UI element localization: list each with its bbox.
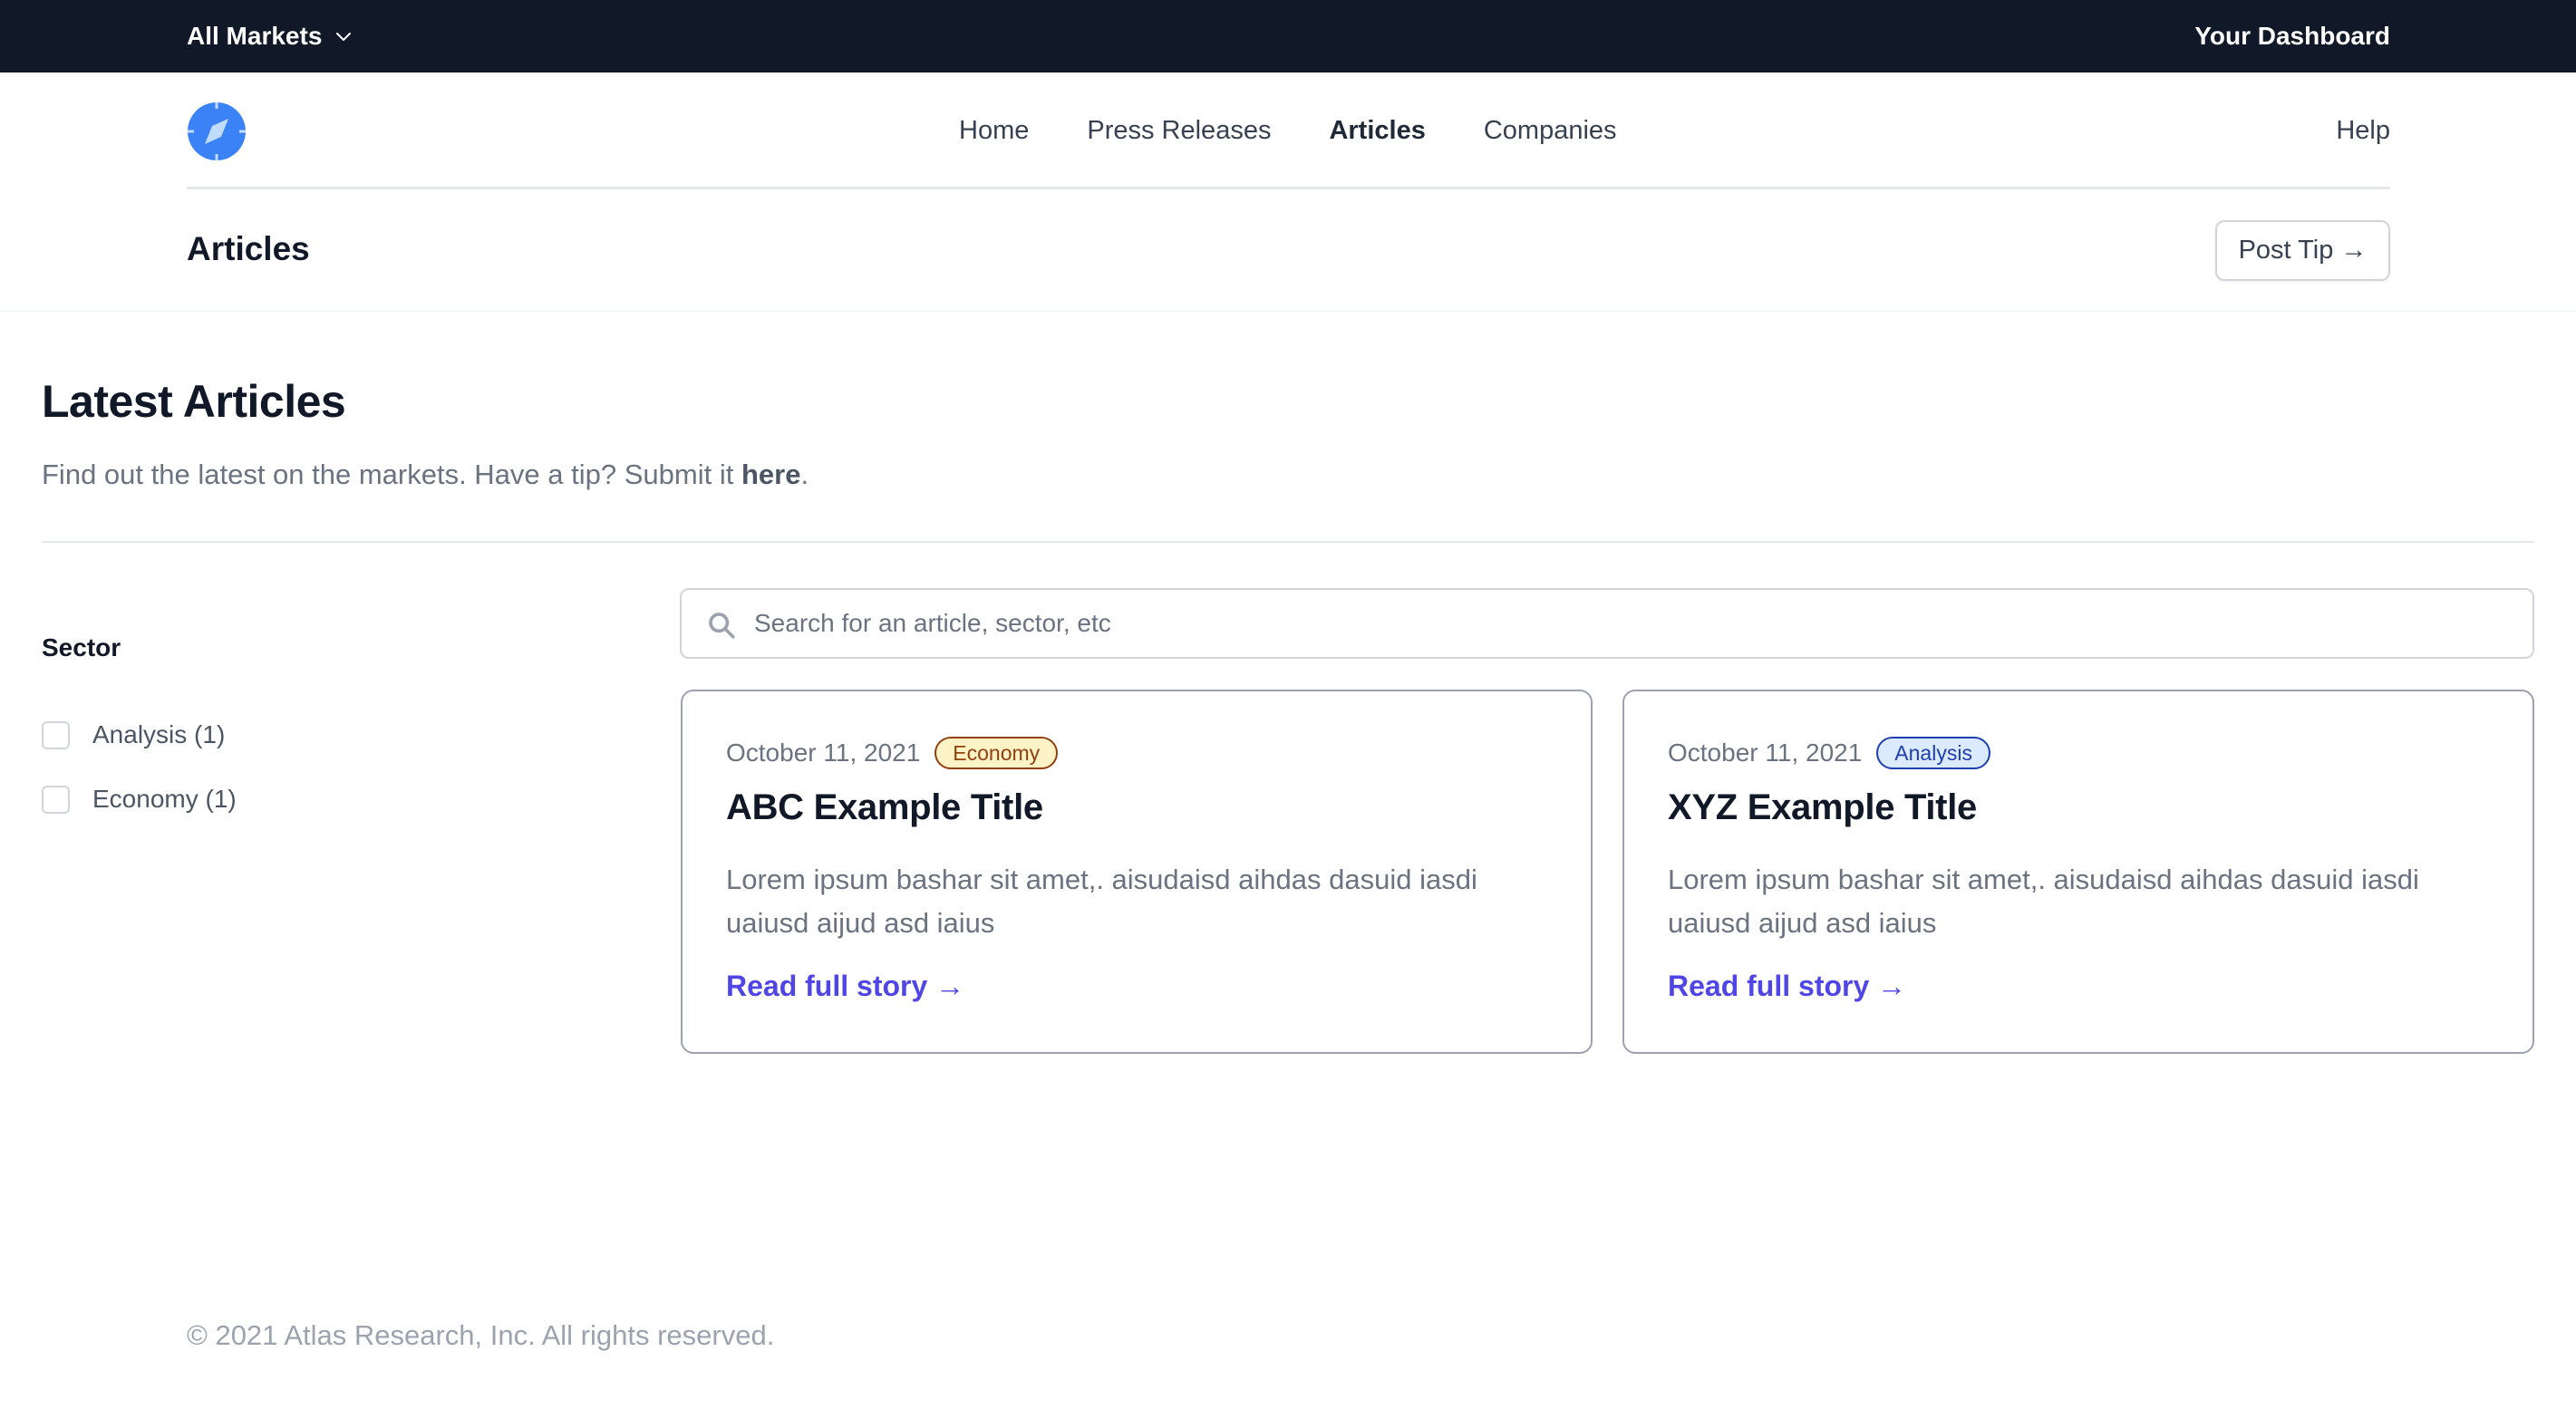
nav-links: Home Press Releases Articles Companies xyxy=(959,72,1617,189)
analysis-checkbox[interactable] xyxy=(42,720,70,749)
post-tip-button[interactable]: Post Tip → xyxy=(2215,220,2390,281)
section-divider xyxy=(42,541,2534,543)
article-title[interactable]: ABC Example Title xyxy=(726,787,1043,828)
nav-link-companies[interactable]: Companies xyxy=(1484,116,1617,146)
search-icon xyxy=(709,613,735,639)
subtitle-text: Find out the latest on the markets. Have… xyxy=(42,459,741,490)
submit-tip-link[interactable]: here xyxy=(741,459,800,490)
your-dashboard-link[interactable]: Your Dashboard xyxy=(2194,0,2390,72)
article-date: October 11, 2021 xyxy=(1668,738,1863,767)
article-description: Lorem ipsum bashar sit amet,. aisudaisd … xyxy=(726,864,1477,939)
market-selector[interactable]: All Markets xyxy=(187,0,354,72)
top-bar: All Markets Your Dashboard xyxy=(0,0,2576,72)
article-card[interactable]: October 11, 2021 Economy ABC Example Tit… xyxy=(681,690,1593,1054)
article-title[interactable]: XYZ Example Title xyxy=(1668,787,1977,828)
page-header: Articles Post Tip → xyxy=(0,192,2576,312)
sector-badge: Economy xyxy=(935,737,1059,769)
filter-option-analysis[interactable]: Analysis (1) xyxy=(42,720,225,749)
article-meta: October 11, 2021 Analysis xyxy=(1668,737,1990,769)
latest-articles-subtitle: Find out the latest on the markets. Have… xyxy=(42,459,809,491)
economy-checkbox[interactable] xyxy=(42,785,70,814)
page-title: Articles xyxy=(187,230,310,267)
compass-logo-icon[interactable] xyxy=(187,101,247,161)
nav-link-press-releases[interactable]: Press Releases xyxy=(1087,116,1271,146)
search-box xyxy=(680,588,2534,659)
search-input[interactable] xyxy=(754,590,2513,657)
filter-option-label: Economy (1) xyxy=(92,785,237,813)
article-description: Lorem ipsum bashar sit amet,. aisudaisd … xyxy=(1668,864,2419,939)
article-date: October 11, 2021 xyxy=(726,738,921,767)
read-full-story-link[interactable]: Read full story → xyxy=(726,970,964,1003)
nav-link-articles[interactable]: Articles xyxy=(1329,116,1425,146)
filter-option-economy[interactable]: Economy (1) xyxy=(42,785,237,814)
article-meta: October 11, 2021 Economy xyxy=(726,737,1059,769)
latest-articles-heading: Latest Articles xyxy=(42,376,346,427)
filter-option-label: Analysis (1) xyxy=(92,720,226,748)
subtitle-suffix: . xyxy=(800,459,809,490)
sector-badge: Analysis xyxy=(1876,737,1990,769)
market-selector-label: All Markets xyxy=(187,22,323,50)
nav-link-home[interactable]: Home xyxy=(959,116,1029,146)
main-navbar: Home Press Releases Articles Companies H… xyxy=(187,72,2390,189)
chevron-down-icon xyxy=(336,33,352,41)
sector-filter-heading: Sector xyxy=(42,633,121,661)
article-card[interactable]: October 11, 2021 Analysis XYZ Example Ti… xyxy=(1622,690,2534,1054)
read-full-story-link[interactable]: Read full story → xyxy=(1668,970,1906,1003)
help-link[interactable]: Help xyxy=(2336,72,2390,189)
footer-copyright: © 2021 Atlas Research, Inc. All rights r… xyxy=(187,1319,775,1351)
